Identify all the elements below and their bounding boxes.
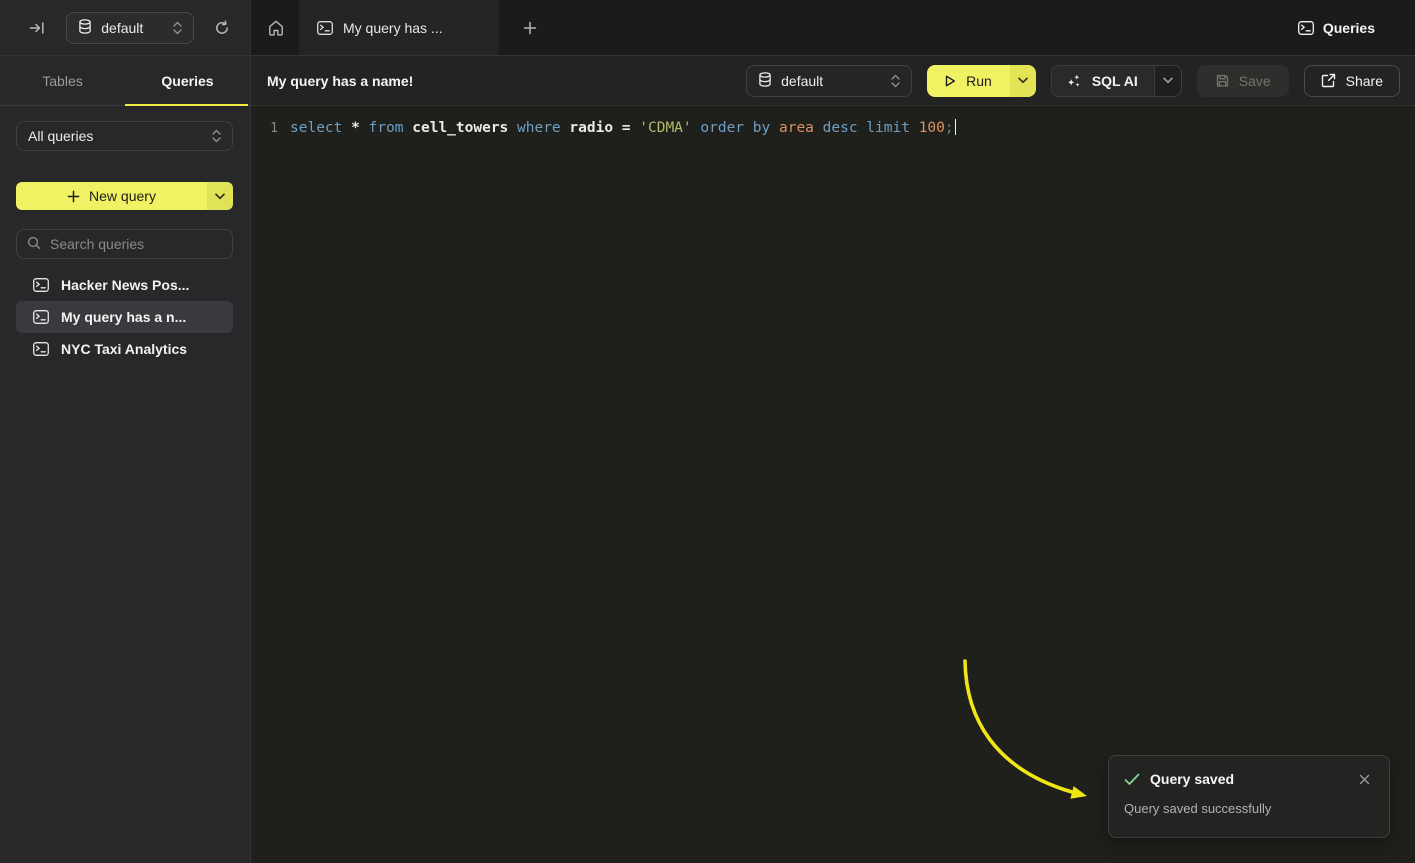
run-split-button: Run	[927, 65, 1036, 97]
run-button[interactable]: Run	[927, 65, 1010, 97]
sql-ai-split-button: SQL AI	[1051, 65, 1182, 97]
database-selector[interactable]: default	[66, 12, 193, 44]
share-icon	[1321, 73, 1336, 88]
tab-my-query[interactable]: My query has ...	[299, 0, 499, 55]
chevrons-up-down-icon	[211, 129, 222, 143]
save-button[interactable]: Save	[1197, 65, 1289, 97]
console-icon	[33, 342, 49, 356]
new-tab-button[interactable]	[517, 15, 543, 41]
save-label: Save	[1239, 73, 1271, 89]
database-icon	[78, 19, 92, 37]
chevrons-up-down-icon	[890, 74, 901, 88]
search-input[interactable]	[50, 236, 231, 252]
sidebar-body: All queries New query	[0, 106, 250, 365]
search-icon	[27, 236, 41, 253]
queries-indicator-label: Queries	[1323, 20, 1375, 36]
tab-label: My query has ...	[343, 20, 443, 36]
refresh-icon	[214, 20, 230, 36]
refresh-button[interactable]	[210, 15, 234, 41]
line-number: 1	[268, 118, 278, 139]
sidebar-tab-queries[interactable]: Queries	[125, 56, 250, 105]
search-queries-field[interactable]	[16, 229, 233, 259]
sidebar-tabs: Tables Queries	[0, 56, 250, 106]
toast-title: Query saved	[1150, 771, 1234, 787]
page-title[interactable]: My query has a name!	[267, 73, 731, 89]
sql-ai-button[interactable]: SQL AI	[1052, 66, 1154, 96]
chevrons-up-down-icon	[172, 21, 183, 35]
database-icon	[758, 72, 772, 90]
console-icon	[33, 278, 49, 292]
new-query-button[interactable]: New query	[16, 182, 207, 210]
query-list-item[interactable]: Hacker News Pos...	[16, 269, 233, 301]
close-icon	[1359, 774, 1370, 785]
queries-filter-value: All queries	[28, 128, 93, 144]
main-panel: My query has a name! default	[251, 56, 1415, 863]
app-root: default	[0, 0, 1415, 863]
code-content: select * from cell_towers where radio = …	[290, 118, 956, 139]
chevron-down-icon	[1018, 77, 1028, 84]
chevron-down-icon	[215, 193, 225, 200]
sql-editor[interactable]: 1 select * from cell_towers where radio …	[251, 106, 1415, 863]
collapse-sidebar-icon	[29, 21, 45, 35]
console-icon	[33, 310, 49, 324]
home-icon	[267, 19, 285, 37]
toast-message: Query saved successfully	[1124, 801, 1373, 816]
run-label: Run	[966, 73, 992, 89]
editor-database-selector[interactable]: default	[746, 65, 912, 97]
sidebar-tab-tables[interactable]: Tables	[0, 56, 125, 105]
play-icon	[943, 74, 957, 88]
save-icon	[1215, 73, 1230, 88]
query-list-item[interactable]: NYC Taxi Analytics	[16, 333, 233, 365]
share-button[interactable]: Share	[1304, 65, 1400, 97]
sparkles-icon	[1066, 73, 1082, 89]
run-options-button[interactable]	[1010, 65, 1036, 97]
topbar-left: default	[0, 0, 251, 56]
toast-header: Query saved	[1124, 770, 1373, 788]
new-query-dropdown-button[interactable]	[207, 182, 233, 210]
toast-close-button[interactable]	[1355, 770, 1373, 788]
topbar-main: My query has ... Queries	[251, 0, 1415, 56]
plus-icon	[67, 190, 80, 203]
query-item-label: My query has a n...	[61, 309, 186, 325]
queries-indicator[interactable]: Queries	[1298, 20, 1375, 36]
queries-filter-select[interactable]: All queries	[16, 121, 233, 151]
query-item-label: Hacker News Pos...	[61, 277, 189, 293]
sql-ai-options-button[interactable]	[1154, 66, 1181, 96]
chevron-down-icon	[1163, 77, 1173, 84]
console-icon	[317, 21, 333, 35]
collapse-sidebar-button[interactable]	[25, 15, 49, 41]
query-list: Hacker News Pos... My query has a n... N…	[16, 269, 233, 365]
query-list-item[interactable]: My query has a n...	[16, 301, 233, 333]
database-selector-value: default	[101, 20, 143, 36]
console-icon	[1298, 21, 1314, 35]
query-item-label: NYC Taxi Analytics	[61, 341, 187, 357]
home-button[interactable]	[263, 15, 289, 41]
plus-icon	[523, 21, 537, 35]
sql-ai-label: SQL AI	[1092, 73, 1138, 89]
check-icon	[1124, 773, 1140, 786]
new-query-split-button: New query	[16, 182, 233, 210]
editor-database-value: default	[781, 73, 823, 89]
code-line: 1 select * from cell_towers where radio …	[251, 118, 1415, 139]
sidebar: Tables Queries All queries	[0, 56, 251, 863]
share-label: Share	[1346, 73, 1383, 89]
new-query-label: New query	[89, 188, 156, 204]
text-cursor	[955, 119, 957, 135]
toast-query-saved: Query saved Query saved successfully	[1108, 755, 1390, 838]
main-header: My query has a name! default	[251, 56, 1415, 106]
